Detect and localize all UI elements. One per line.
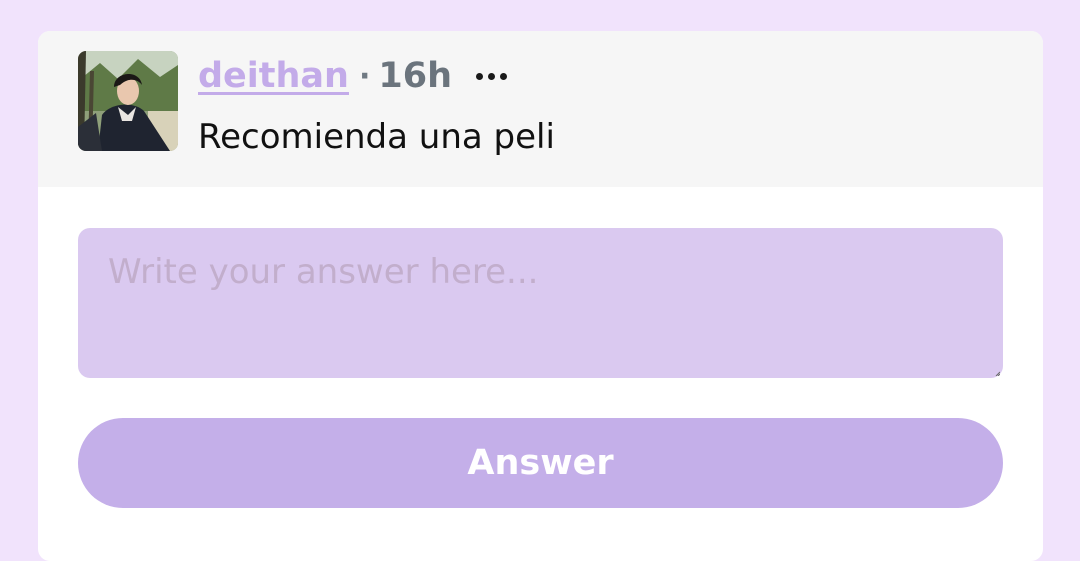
post-time: 16h [378, 56, 453, 96]
more-dot [500, 72, 508, 80]
avatar[interactable] [78, 51, 178, 151]
meta-separator: · [358, 58, 371, 94]
more-dot [476, 72, 484, 80]
question-text: Recomienda una peli [198, 117, 555, 157]
more-horizontal-icon[interactable] [474, 67, 509, 86]
answer-input[interactable] [78, 228, 1003, 378]
resize-grip-icon[interactable] [995, 371, 1000, 376]
answer-button[interactable]: Answer [78, 418, 1003, 508]
username-link[interactable]: deithan [198, 56, 349, 96]
post-meta: deithan · 16h [198, 51, 509, 101]
post-header: deithan · 16h Recomienda una peli [38, 31, 1043, 187]
question-card: deithan · 16h Recomienda una peli Answer [38, 31, 1043, 561]
more-dot [488, 72, 496, 80]
